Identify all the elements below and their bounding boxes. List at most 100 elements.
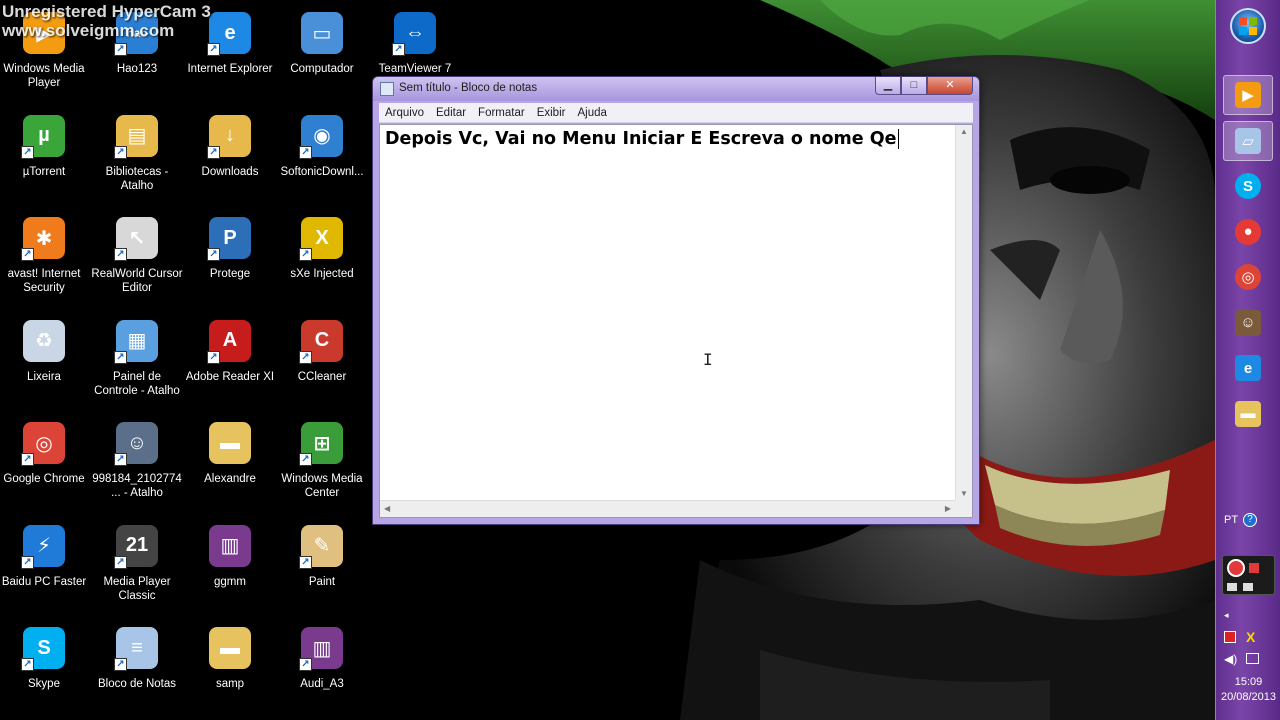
menu-formatar[interactable]: Formatar [472,107,531,119]
tray-expand-icon[interactable]: ◂ [1224,610,1229,621]
desktop-icon-painel-de-controle-atalho[interactable]: ▦ ↗ Painel de Controle - Atalho [91,314,183,414]
record-square-icon[interactable] [1249,563,1259,573]
desktop-icon-adobe-reader-xi[interactable]: A ↗ Adobe Reader XI [184,314,276,414]
desktop-icon-label: avast! Internet Security [7,268,81,294]
desktop-icon-label: Bloco de Notas [98,678,176,690]
desktop-icon-google-chrome[interactable]: ◎ ↗ Google Chrome [0,416,90,516]
taskbar-button-media-player[interactable]: ▶ [1223,75,1273,115]
desktop-icon-bloco-de-notas[interactable]: ≡ ↗ Bloco de Notas [91,621,183,720]
taskbar-button-explorer-folder[interactable]: ▬ [1223,394,1273,434]
scroll-down-icon[interactable]: ▼ [960,489,968,498]
help-icon[interactable]: ? [1243,513,1257,527]
shortcut-arrow-icon: ↗ [21,248,34,261]
desktop-icon-downloads[interactable]: ↓ ↗ Downloads [184,109,276,209]
explorer-folder-icon: ▬ [1235,400,1261,427]
desktop-icon-ggmm[interactable]: ▥ ggmm [184,519,276,619]
media-center-icon: ⊞ ↗ [299,420,345,466]
desktop-icon-torrent[interactable]: µ ↗ µTorrent [0,109,90,209]
camera-icon[interactable] [1227,583,1237,591]
language-indicator[interactable]: PT [1224,514,1238,526]
internet-explorer-icon: e [1235,355,1261,381]
libraries-icon: ▤ ↗ [114,113,160,159]
recycle-bin-icon: ♻ [21,318,67,364]
editor-text: Depois Vc, Vai no Menu Iniciar E Escreva… [385,129,900,149]
vertical-scrollbar[interactable]: ▲ ▼ [955,125,972,500]
desktop-icon-ccleaner[interactable]: C ↗ CCleaner [276,314,368,414]
desktop-icon-paint[interactable]: ✎ ↗ Paint [276,519,368,619]
notepad-window[interactable]: Sem título - Bloco de notas ▁ □ ✕ Arquiv… [372,76,980,525]
adobe-reader-icon: A ↗ [207,318,253,364]
taskbar-button-record[interactable]: ● [1223,212,1273,252]
desktop-icon-lixeira[interactable]: ♻ Lixeira [0,314,90,414]
desktop-icon-skype[interactable]: S ↗ Skype [0,621,90,720]
desktop-icon-audi-a3[interactable]: ▥ ↗ Audi_A3 [276,621,368,720]
winrar-icon: ▥ [207,523,253,569]
desktop-icon-avast-internet-security[interactable]: ✱ ↗ avast! Internet Security [0,211,90,311]
shortcut-arrow-icon: ↗ [207,248,220,261]
ccleaner-icon: C ↗ [299,318,345,364]
desktop-icon-label: Paint [308,575,336,588]
menu-editar[interactable]: Editar [430,107,472,119]
horizontal-scrollbar[interactable]: ◀ ▶ [380,500,955,517]
desktop-icon-realworld-cursor-editor[interactable]: ↖ ↗ RealWorld Cursor Editor [91,211,183,311]
desktop-icon-computador[interactable]: ▭ Computador [276,6,368,106]
menu-arquivo[interactable]: Arquivo [379,107,430,119]
settings-icon[interactable] [1243,583,1253,591]
volume-icon[interactable]: ◀) [1224,652,1237,666]
desktop-icon-bibliotecas-atalho[interactable]: ▤ ↗ Bibliotecas - Atalho [91,109,183,209]
close-button[interactable]: ✕ [927,77,973,95]
notepad-titlebar[interactable]: Sem título - Bloco de notas ▁ □ ✕ [373,77,979,101]
hypercam-recorder-widget[interactable] [1222,555,1275,595]
menu-ajuda[interactable]: Ajuda [571,107,612,119]
shortcut-arrow-icon: ↗ [114,43,127,56]
scroll-left-icon[interactable]: ◀ [384,504,390,513]
sxe-tray-icon[interactable]: X [1246,629,1255,645]
desktop-icon-label: Internet Explorer [187,63,273,75]
shortcut-arrow-icon: ↗ [21,555,34,569]
shortcut-arrow-icon: ↗ [114,453,127,466]
scroll-up-icon[interactable]: ▲ [960,127,968,136]
stop-record-icon[interactable] [1227,559,1245,577]
chrome-icon: ◎ [1235,264,1261,290]
desktop-icon-998184-2102774-atalho[interactable]: ☺ ↗ 998184_2102774... - Atalho [91,416,183,516]
desktop-icon-label: Windows Media Player [3,63,85,89]
desktop-icon-baidu-pc-faster[interactable]: ⚡ ↗ Baidu PC Faster [0,519,90,619]
desktop-icon-alexandre[interactable]: ▬ Alexandre [184,416,276,516]
desktop-icon-softonicdownl[interactable]: ◉ ↗ SoftonicDownl... [276,109,368,209]
shortcut-arrow-icon: ↗ [299,145,312,159]
desktop-icon-samp[interactable]: ▬ samp [184,621,276,720]
media-player-classic-icon: 21 ↗ [114,523,160,569]
clock-date[interactable]: 20/08/2013 [1216,690,1280,704]
desktop-icon-label: RealWorld Cursor Editor [91,268,183,294]
text-editor-area[interactable]: Depois Vc, Vai no Menu Iniciar E Escreva… [379,124,973,518]
desktop-icon-sxe-injected[interactable]: X ↗ sXe Injected [276,211,368,311]
minimize-button[interactable]: ▁ [875,77,901,95]
taskbar-button-notepad[interactable]: ▱ [1223,120,1273,161]
avast-icon: ✱ ↗ [21,215,67,261]
network-icon[interactable] [1246,653,1259,664]
action-center-flag-icon[interactable] [1224,631,1236,643]
maximize-button[interactable]: □ [901,77,927,95]
desktop-icon-label: TeamViewer 7 [378,63,452,75]
taskbar-button-chrome[interactable]: ◎ [1223,257,1273,297]
taskbar-button-internet-explorer[interactable]: e [1223,348,1273,388]
menu-exibir[interactable]: Exibir [531,107,572,119]
user-avatar-icon: ☺ [1235,309,1261,336]
media-player-icon: ▶ [1235,82,1261,108]
desktop-icon-label: ggmm [214,575,246,588]
shortcut-arrow-icon: ↗ [207,350,220,364]
desktop-icon-label: Protege [209,268,251,280]
desktop-icon-windows-media-center[interactable]: ⊞ ↗ Windows Media Center [276,416,368,516]
sxe-icon: X ↗ [299,215,345,261]
desktop-icon-media-player-classic[interactable]: 21 ↗ Media Player Classic [91,519,183,619]
shortcut-arrow-icon: ↗ [114,555,127,569]
taskbar-button-skype[interactable]: S [1223,166,1273,206]
shortcut-arrow-icon: ↗ [21,658,34,671]
start-button[interactable] [1230,8,1266,44]
desktop-icon-protege[interactable]: P ↗ Protege [184,211,276,311]
shortcut-arrow-icon: ↗ [299,658,312,671]
editor-content: Depois Vc, Vai no Menu Iniciar E Escreva… [385,129,897,149]
clock-time[interactable]: 15:09 [1216,675,1280,689]
taskbar-button-user-avatar[interactable]: ☺ [1223,303,1273,343]
scroll-right-icon[interactable]: ▶ [945,504,951,513]
